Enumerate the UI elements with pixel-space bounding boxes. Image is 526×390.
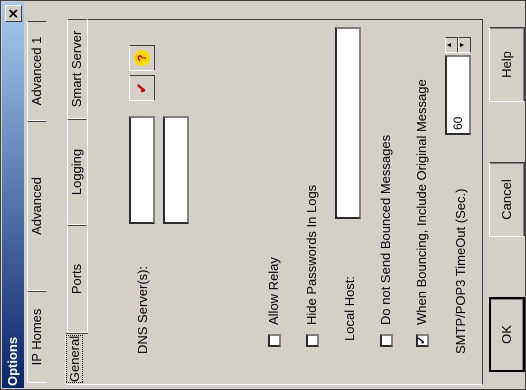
- timeout-spin-down[interactable]: ▼: [458, 37, 471, 53]
- options-dialog: ✕ Options IP Homes Advanced Advanced 1 G…: [0, 0, 526, 390]
- help-button[interactable]: Help: [489, 27, 525, 102]
- allow-relay-checkbox[interactable]: [268, 334, 281, 347]
- tab-advanced[interactable]: Advanced: [27, 121, 47, 291]
- tab-ports[interactable]: Ports: [67, 225, 87, 333]
- tab-smart-server[interactable]: Smart Server: [67, 19, 87, 119]
- dialog-content: IP Homes Advanced Advanced 1 General Por…: [25, 3, 525, 389]
- tab-general[interactable]: General: [65, 332, 88, 386]
- ok-button[interactable]: OK: [489, 297, 525, 372]
- dns-server-field-1[interactable]: [129, 116, 155, 224]
- bounce-include-label: When Bouncing, Include Original Message: [414, 79, 429, 325]
- dns-server-field-2[interactable]: [163, 116, 189, 224]
- close-icon: ✕: [6, 8, 21, 19]
- title-bar[interactable]: ✕ Options: [2, 2, 24, 388]
- timeout-spin-up[interactable]: ▲: [445, 37, 458, 53]
- dns-label: DNS Server(s):: [135, 265, 150, 354]
- tab-ip-homes[interactable]: IP Homes: [27, 291, 47, 383]
- hide-passwords-label: Hide Passwords In Logs: [304, 184, 319, 325]
- window-title: Options: [5, 336, 20, 386]
- help-icon-button[interactable]: ?: [129, 45, 155, 71]
- hide-passwords-checkbox[interactable]: [306, 334, 319, 347]
- check-icon: ✔: [134, 82, 149, 94]
- checkmark-icon: ✓: [416, 335, 428, 345]
- tab-logging[interactable]: Logging: [67, 119, 87, 225]
- cancel-button[interactable]: Cancel: [489, 162, 525, 237]
- bounce-include-checkbox[interactable]: ✓: [416, 334, 429, 347]
- allow-relay-label: Allow Relay: [266, 257, 281, 325]
- no-bounce-checkbox[interactable]: [380, 334, 393, 347]
- tab-advanced-1[interactable]: Advanced 1: [27, 21, 47, 121]
- close-button[interactable]: ✕: [5, 5, 22, 22]
- validate-button[interactable]: ✔: [129, 75, 155, 101]
- timeout-input[interactable]: 60: [445, 55, 471, 135]
- local-host-label: Local Host:: [342, 275, 357, 341]
- timeout-label: SMTP/POP3 TimeOut (Sec.): [453, 188, 468, 354]
- question-icon: ?: [134, 50, 150, 66]
- no-bounce-label: Do not Send Bounced Messages: [378, 134, 393, 325]
- local-host-field[interactable]: [335, 27, 361, 219]
